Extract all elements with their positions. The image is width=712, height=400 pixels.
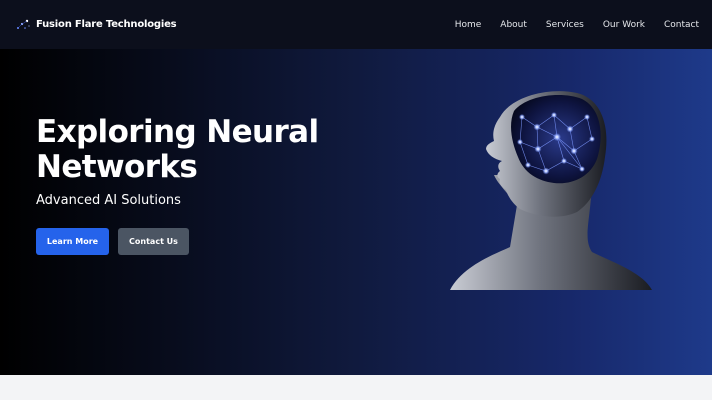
hero-buttons: Learn More Contact Us — [36, 228, 356, 255]
hero-title: Exploring Neural Networks — [36, 114, 319, 185]
brand[interactable]: Fusion Flare Technologies — [15, 17, 177, 33]
nav-links: Home About Services Our Work Contact — [436, 20, 699, 30]
hero-text: Exploring Neural Networks Advanced AI So… — [36, 115, 356, 255]
nav-link-services[interactable]: Services — [546, 20, 584, 30]
hero-subtitle: Advanced AI Solutions — [36, 193, 181, 208]
brand-name: Fusion Flare Technologies — [36, 19, 177, 30]
constellation-logo-icon — [17, 19, 30, 29]
nav-link-our-work[interactable]: Our Work — [603, 20, 645, 30]
footer-strip — [0, 375, 712, 400]
contact-us-button[interactable]: Contact Us — [118, 228, 189, 255]
top-navbar: Fusion Flare Technologies Home About Ser… — [0, 0, 712, 49]
human-head-neural-brain-image — [450, 91, 652, 290]
hero-section: Exploring Neural Networks Advanced AI So… — [0, 49, 712, 375]
learn-more-button[interactable]: Learn More — [36, 228, 109, 255]
nav-link-home[interactable]: Home — [455, 20, 482, 30]
nav-link-contact[interactable]: Contact — [664, 20, 699, 30]
nav-link-about[interactable]: About — [500, 20, 527, 30]
